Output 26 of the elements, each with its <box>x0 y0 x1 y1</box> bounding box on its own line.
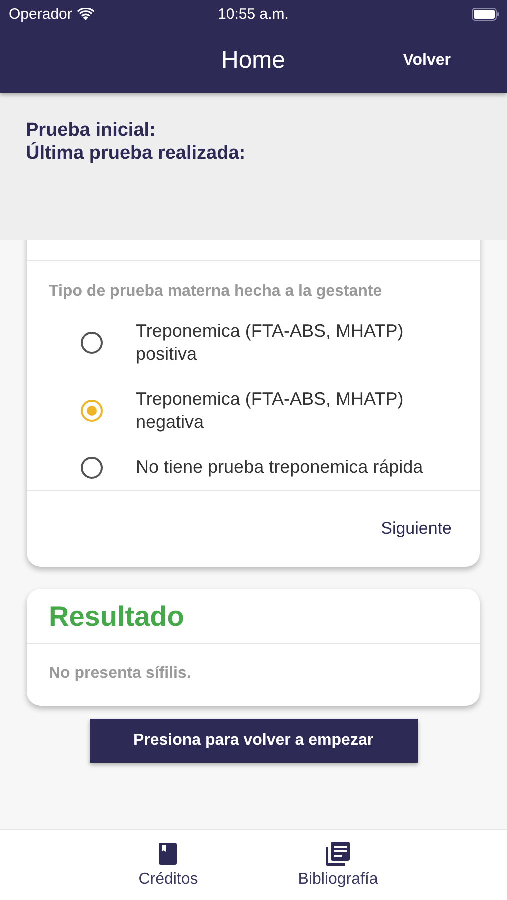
option-label: Treponemica (FTA-ABS, MHATP) positiva <box>136 320 405 366</box>
radio-option[interactable]: Treponemica (FTA-ABS, MHATP) negativa <box>27 377 480 445</box>
option-label: Treponemica (FTA-ABS, MHATP) negativa <box>136 388 405 434</box>
carrier-name: Operador <box>9 6 72 22</box>
restart-button[interactable]: Presiona para volver a empezar <box>90 719 418 763</box>
summary-label: Prueba inicial: <box>26 119 157 142</box>
summary-label: Última prueba realizada: <box>26 142 247 165</box>
radio-button[interactable] <box>81 332 103 354</box>
tab-item[interactable]: Bibliografía <box>298 830 378 900</box>
library-icon <box>326 842 350 866</box>
screen-title: Home <box>221 46 286 74</box>
wifi-icon <box>77 8 96 20</box>
next-button[interactable]: Siguiente <box>381 519 452 539</box>
radio-option[interactable]: No tiene prueba treponemica rápida <box>27 445 480 490</box>
result-text: No presenta sífilis. <box>48 664 192 684</box>
option-label: No tiene prueba treponemica rápida <box>136 456 424 479</box>
radio-button[interactable] <box>81 400 103 422</box>
book-icon <box>159 842 178 866</box>
back-button[interactable]: Volver <box>399 48 455 74</box>
clock-time: 10:55 a.m. <box>218 6 289 23</box>
radio-button[interactable] <box>81 456 103 478</box>
battery-icon <box>472 8 500 20</box>
tab-item[interactable]: Créditos <box>138 830 198 900</box>
question-text: Tipo de prueba materna hecha a la gestante <box>48 282 384 302</box>
radio-option[interactable]: Treponemica (FTA-ABS, MHATP) positiva <box>27 309 480 377</box>
result-title: Resultado <box>48 600 186 634</box>
